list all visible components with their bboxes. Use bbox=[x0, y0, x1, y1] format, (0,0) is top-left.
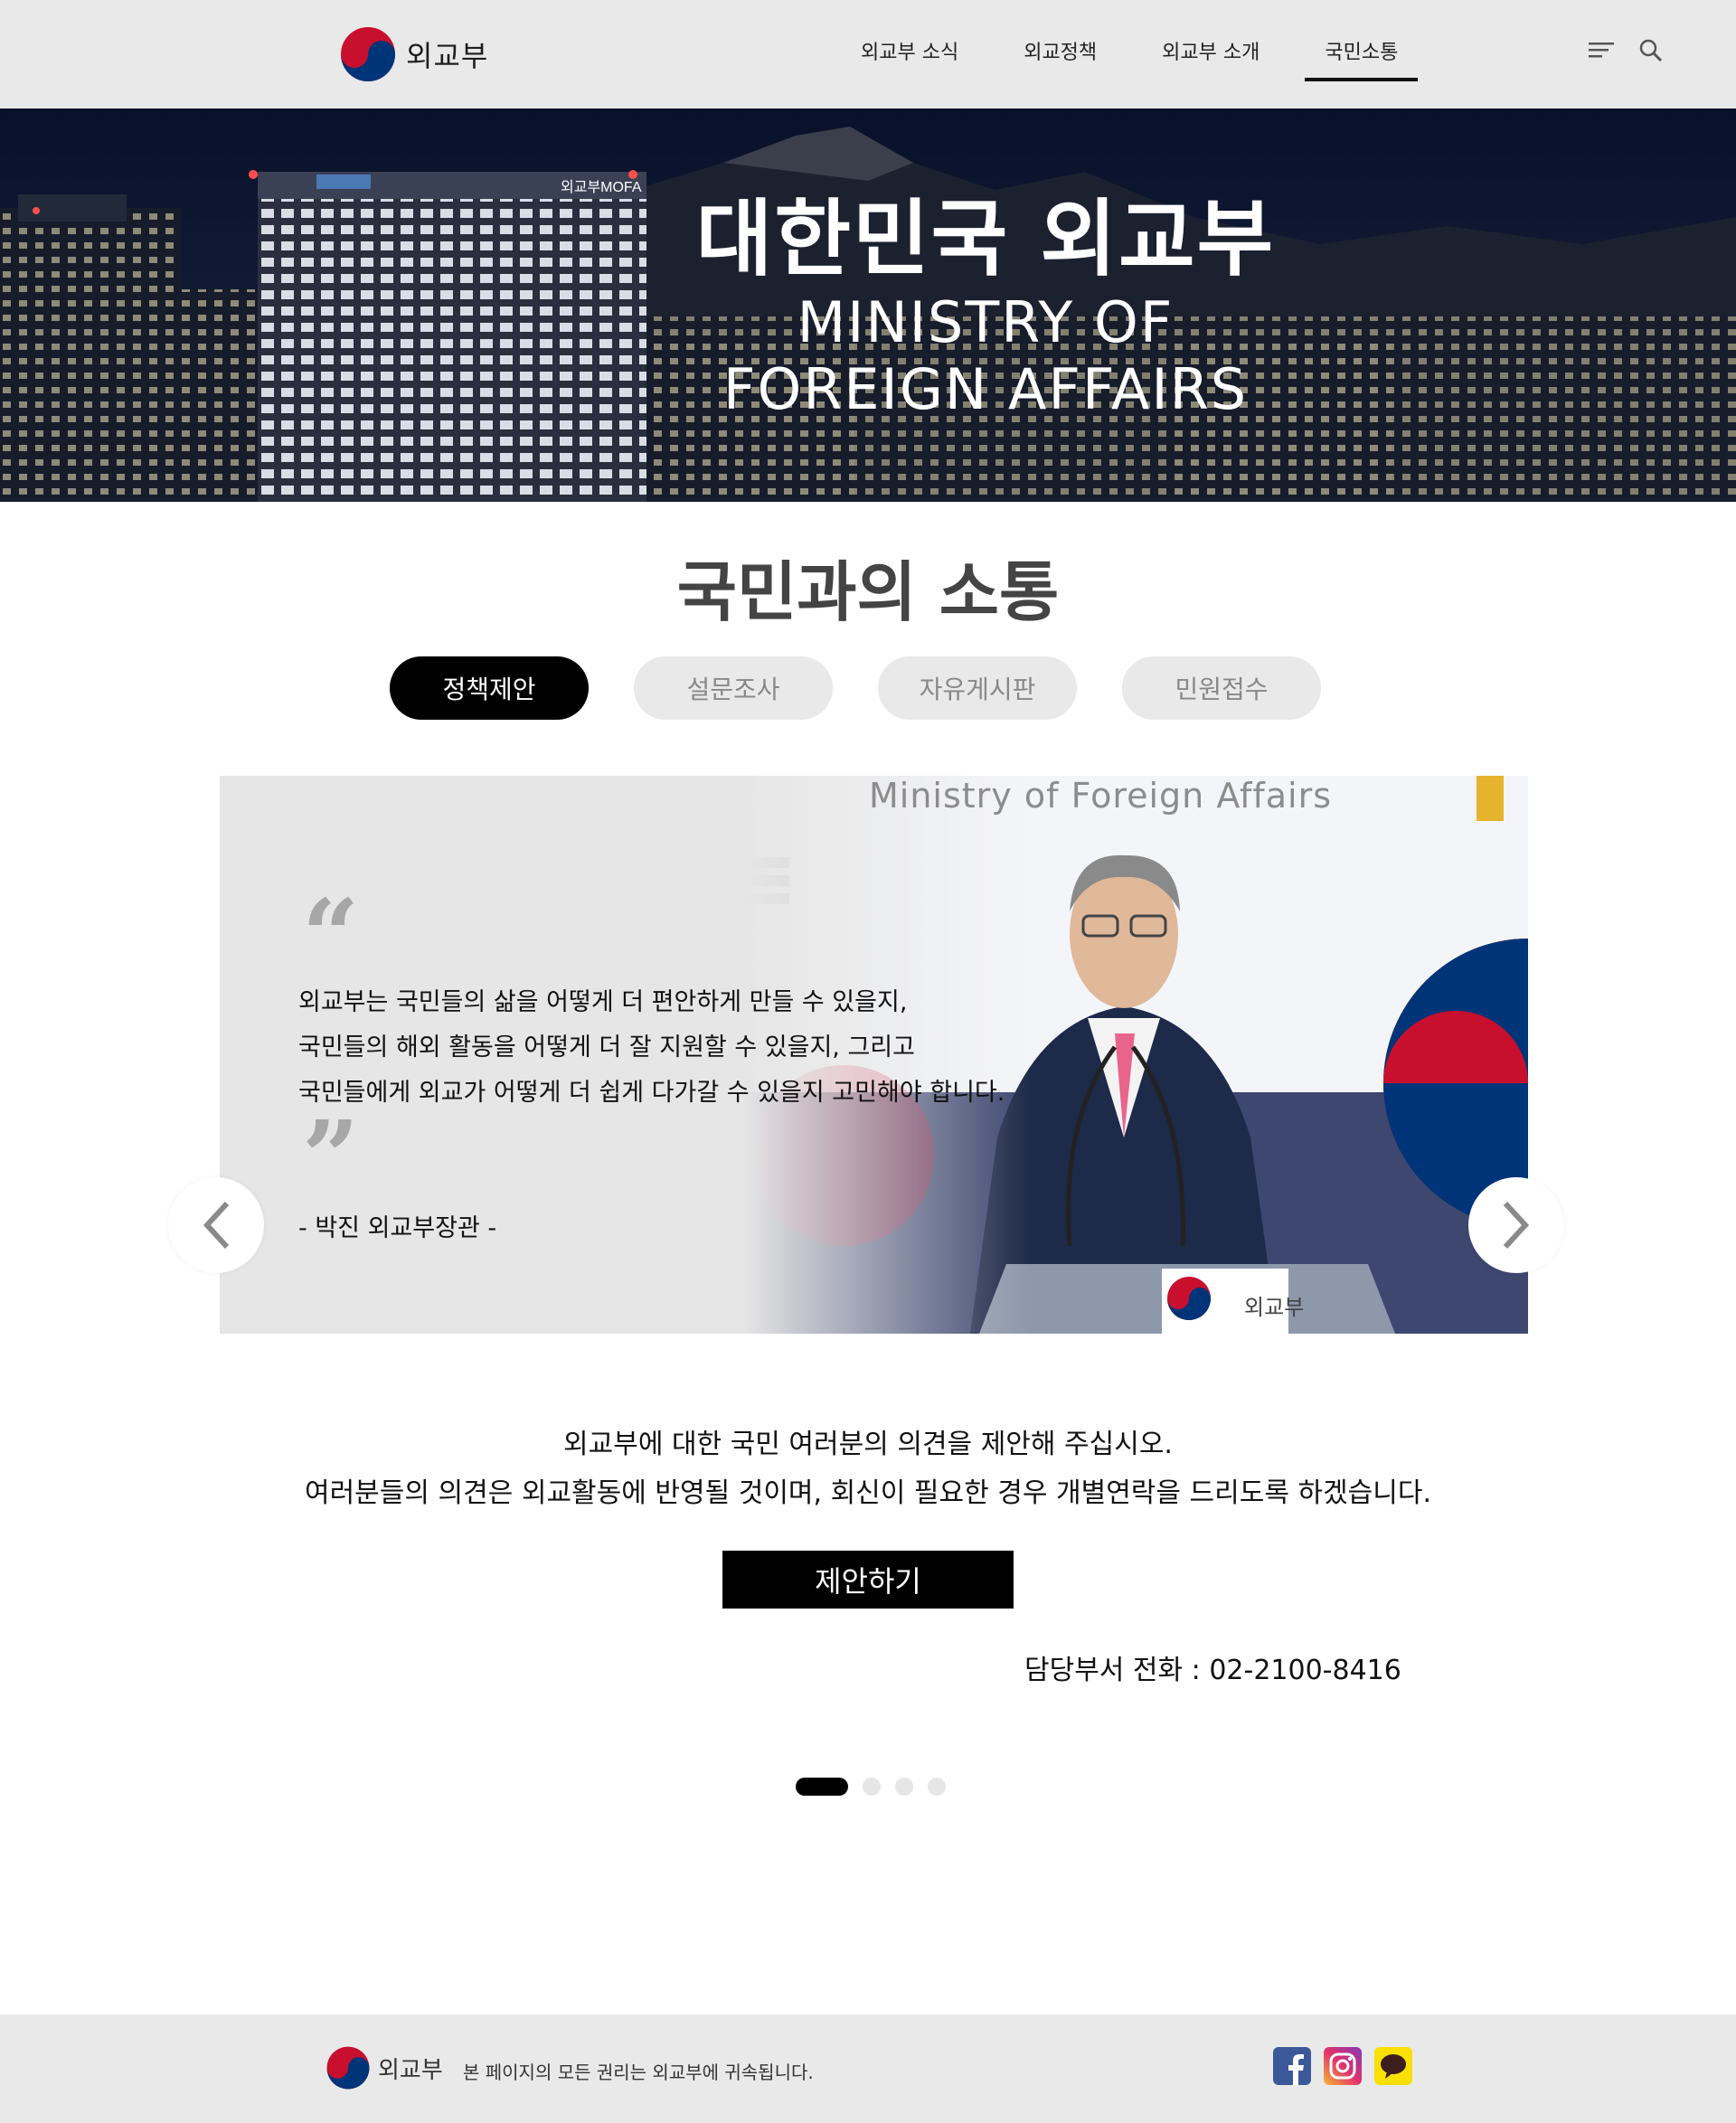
proposal-text-line1: 외교부에 대한 국민 여러분의 의견을 제안해 주십시오. bbox=[563, 1429, 1173, 1460]
tab-free-board[interactable]: 자유게시판 bbox=[878, 656, 1077, 720]
propose-button[interactable]: 제안하기 bbox=[722, 1551, 1014, 1609]
tab-civil-complaint[interactable]: 민원접수 bbox=[1122, 656, 1321, 720]
hero-subtitle-line1: MINISTRY OF bbox=[797, 289, 1175, 355]
menu-icon[interactable] bbox=[1588, 36, 1617, 65]
footer-copyright: 본 페이지의 모든 권리는 외교부에 귀속됩니다. bbox=[463, 2062, 814, 2083]
taegeuk-logo-icon bbox=[326, 2046, 370, 2090]
site-header: 외교부 외교부 소식 외교정책 외교부 소개 국민소통 bbox=[0, 0, 1736, 109]
slide-pagination bbox=[796, 1778, 946, 1796]
chevron-right-icon bbox=[1503, 1201, 1530, 1250]
proposal-text-line2: 여러분들의 의견은 외교활동에 반영될 것이며, 회신이 필요한 경우 개별연락… bbox=[304, 1477, 1432, 1509]
site-logo[interactable]: 외교부 bbox=[339, 25, 488, 83]
footer-logo[interactable]: 외교부 bbox=[326, 2045, 443, 2090]
podium-label: 외교부 bbox=[1244, 1295, 1305, 1320]
prev-slide-button[interactable] bbox=[168, 1177, 264, 1273]
next-slide-button[interactable] bbox=[1468, 1177, 1564, 1273]
hero-subtitle-line2: FOREIGN AFFAIRS bbox=[722, 356, 1249, 422]
chevron-left-icon bbox=[203, 1201, 230, 1250]
facebook-icon[interactable] bbox=[1273, 2047, 1311, 2085]
instagram-icon[interactable] bbox=[1324, 2047, 1362, 2085]
logo-text: 외교부 bbox=[406, 39, 489, 73]
kakaotalk-icon[interactable] bbox=[1374, 2047, 1412, 2085]
pagination-dot[interactable] bbox=[796, 1778, 848, 1796]
pagination-dot[interactable] bbox=[928, 1778, 946, 1796]
contact-phone: 담당부서 전화 : 02-2100-8416 bbox=[1024, 1655, 1401, 1686]
quote-author: - 박진 외교부장관 - bbox=[298, 1214, 497, 1242]
pagination-dot[interactable] bbox=[863, 1778, 881, 1796]
tab-bar: 정책제안 설문조사 자유게시판 민원접수 bbox=[390, 656, 1321, 720]
slide-banner-text: Ministry of Foreign Affairs bbox=[869, 776, 1333, 816]
social-links bbox=[1273, 2047, 1412, 2085]
quote-line: 국민들에게 외교가 어떻게 더 쉽게 다가갈 수 있을지 고민해야 합니다. bbox=[298, 1079, 1005, 1107]
hero-title: 대한민국 외교부 bbox=[695, 191, 1276, 288]
site-footer: 외교부 본 페이지의 모든 권리는 외교부에 귀속됩니다. bbox=[0, 2014, 1736, 2123]
header-icons bbox=[1588, 36, 1665, 65]
hero-banner: 외교부MOFA 대한민국 외교부 MINISTRY OF FOREIGN AFF… bbox=[0, 109, 1736, 502]
footer-logo-text: 외교부 bbox=[378, 2056, 443, 2084]
close-quote-icon: ” bbox=[302, 1099, 360, 1215]
nav-item-about[interactable]: 외교부 소개 bbox=[1142, 31, 1279, 78]
open-quote-icon: “ bbox=[302, 877, 360, 994]
nav-item-policy[interactable]: 외교정책 bbox=[1004, 31, 1117, 78]
taegeuk-logo-icon bbox=[341, 27, 395, 81]
nav-item-news[interactable]: 외교부 소식 bbox=[841, 31, 978, 78]
search-icon[interactable] bbox=[1637, 36, 1665, 65]
quote-line: 외교부는 국민들의 삶을 어떻게 더 편안하게 만들 수 있을지, bbox=[298, 988, 908, 1016]
section-title: 국민과의 소통 bbox=[676, 554, 1060, 630]
nav-item-communication[interactable]: 국민소통 bbox=[1305, 31, 1419, 81]
main-nav: 외교부 소식 외교정책 외교부 소개 국민소통 bbox=[841, 31, 1443, 81]
tab-policy-proposal[interactable]: 정책제안 bbox=[390, 656, 589, 720]
pagination-dot[interactable] bbox=[895, 1778, 913, 1796]
quote-line: 국민들의 해외 활동을 어떻게 더 잘 지원할 수 있을지, 그리고 bbox=[298, 1033, 915, 1062]
quote-text: 외교부는 국민들의 삶을 어떻게 더 편안하게 만들 수 있을지, 국민들의 해… bbox=[298, 980, 1005, 1116]
tab-survey[interactable]: 설문조사 bbox=[634, 656, 833, 720]
